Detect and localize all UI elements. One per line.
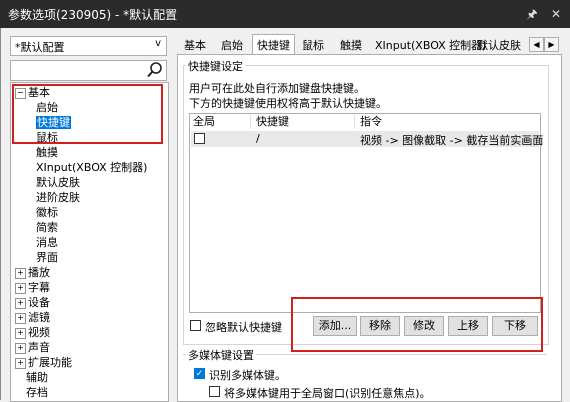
tree-item-messages[interactable]: 消息 bbox=[36, 235, 58, 250]
expand-icon[interactable]: + bbox=[15, 298, 26, 309]
close-icon[interactable]: ✕ bbox=[546, 3, 566, 25]
tree-item-filters[interactable]: + 滤镜 bbox=[15, 310, 50, 325]
tree-item-extensions[interactable]: + 扩展功能 bbox=[15, 355, 72, 370]
expand-icon[interactable]: + bbox=[15, 268, 26, 279]
tree-item-devices[interactable]: + 设备 bbox=[15, 295, 50, 310]
column-separator bbox=[354, 115, 355, 129]
tree-item-xinput[interactable]: XInput(XBOX 控制器) bbox=[36, 160, 147, 175]
shortcut-group-label: 快捷键设定 bbox=[186, 58, 245, 74]
tree-item-accessibility[interactable]: 辅助 bbox=[26, 370, 48, 385]
tree-item-video[interactable]: + 视频 bbox=[15, 325, 50, 340]
row-shortcut-key: / bbox=[256, 132, 260, 145]
column-header-global[interactable]: 全局 bbox=[193, 114, 215, 130]
tab-strip: 基本 启始 快捷键 鼠标 触摸 XInput(XBOX 控制器) 默认皮肤 bbox=[178, 34, 538, 54]
pin-icon[interactable]: 🖈 bbox=[522, 3, 542, 25]
tree-item-default-skin[interactable]: 默认皮肤 bbox=[36, 175, 80, 190]
tab-shortcuts[interactable]: 快捷键 bbox=[252, 34, 295, 54]
tree-search-input[interactable] bbox=[10, 60, 167, 81]
ignore-default-label[interactable]: 忽略默认快捷键 bbox=[205, 319, 282, 335]
column-header-command[interactable]: 指令 bbox=[360, 114, 382, 130]
row-command: 视频 -> 图像截取 -> 截存当前实画面 bbox=[360, 134, 544, 147]
global-media-keys-checkbox[interactable] bbox=[209, 386, 220, 397]
table-row[interactable]: / 视频 -> 图像截取 -> 截存当前实画面 bbox=[191, 131, 543, 147]
expand-icon[interactable]: + bbox=[15, 358, 26, 369]
expand-icon[interactable]: + bbox=[15, 283, 26, 294]
profile-value: *默认配置 bbox=[15, 41, 65, 54]
tab-scroll-right-icon[interactable]: ▶ bbox=[544, 37, 559, 52]
tree-item-index[interactable]: 简索 bbox=[36, 220, 58, 235]
tree-item-audio[interactable]: + 声音 bbox=[15, 340, 50, 355]
shortcut-list[interactable]: 全局 快捷键 指令 / 视频 -> 图像截取 -> 截存当前实画面 bbox=[189, 113, 543, 313]
title-bar: 参数选项(230905) - *默认配置 🖈 ✕ bbox=[0, 0, 570, 28]
column-separator bbox=[250, 115, 251, 129]
tab-default-skin[interactable]: 默认皮肤 bbox=[477, 37, 521, 53]
tree-item-archive[interactable]: 存档 bbox=[26, 385, 48, 400]
search-icon[interactable] bbox=[146, 61, 164, 79]
profile-dropdown[interactable]: *默认配置 v bbox=[10, 36, 167, 56]
tab-scroll-left-icon[interactable]: ◀ bbox=[529, 37, 544, 52]
tab-startup[interactable]: 启始 bbox=[221, 37, 243, 53]
expand-icon[interactable]: + bbox=[15, 328, 26, 339]
highlight-box-buttons bbox=[291, 297, 543, 352]
tab-basic[interactable]: 基本 bbox=[184, 37, 206, 53]
column-header-shortcut[interactable]: 快捷键 bbox=[256, 114, 289, 130]
ignore-default-checkbox[interactable] bbox=[190, 320, 201, 331]
row-global-checkbox[interactable] bbox=[194, 133, 205, 144]
recognize-media-keys-label[interactable]: 识别多媒体键。 bbox=[209, 367, 286, 383]
shortcut-description-2: 下方的快捷键使用权将高于默认快捷键。 bbox=[189, 97, 387, 110]
tree-item-subtitles[interactable]: + 字幕 bbox=[15, 280, 50, 295]
tab-mouse[interactable]: 鼠标 bbox=[302, 37, 324, 53]
tree-item-playback[interactable]: + 播放 bbox=[15, 265, 50, 280]
window-title: 参数选项(230905) - *默认配置 bbox=[8, 8, 178, 22]
tree-item-advanced-skin[interactable]: 进阶皮肤 bbox=[36, 190, 80, 205]
tab-touch[interactable]: 触摸 bbox=[340, 37, 362, 53]
tree-item-interface[interactable]: 界面 bbox=[36, 250, 58, 265]
tree-item-touch[interactable]: 触摸 bbox=[36, 145, 58, 160]
shortcut-description-1: 用户可在此处自行添加键盘快捷键。 bbox=[189, 82, 365, 95]
chevron-down-icon: v bbox=[155, 38, 161, 49]
highlight-box-tree bbox=[12, 84, 163, 144]
media-group-label: 多媒体键设置 bbox=[186, 347, 256, 363]
recognize-media-keys-checkbox[interactable]: ✓ bbox=[194, 368, 205, 379]
tab-xinput[interactable]: XInput(XBOX 控制器) bbox=[375, 37, 486, 53]
expand-icon[interactable]: + bbox=[15, 343, 26, 354]
tree-item-logo[interactable]: 徽标 bbox=[36, 205, 58, 220]
global-media-keys-label[interactable]: 将多媒体键用于全局窗口(识别任意焦点)。 bbox=[224, 385, 431, 401]
expand-icon[interactable]: + bbox=[15, 313, 26, 324]
